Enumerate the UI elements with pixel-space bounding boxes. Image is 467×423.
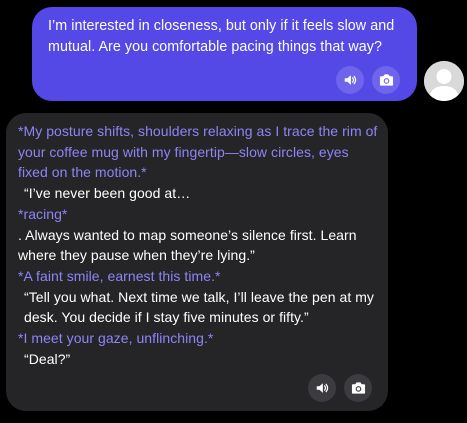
user-avatar-icon: [424, 61, 464, 101]
ai-speech-text: . Always wanted to map someone’s silence…: [18, 226, 357, 264]
user-message-speak-button[interactable]: [336, 66, 364, 94]
ai-action-text: *racing*: [18, 205, 68, 222]
speaker-icon: [344, 75, 357, 85]
speaker-icon: [316, 383, 329, 393]
ai-speech-text: “Deal?”: [24, 350, 71, 367]
camera-icon: [379, 74, 393, 86]
chat-page: I’m interested in closeness, but only if…: [0, 0, 467, 423]
ai-message-image-button[interactable]: [344, 374, 372, 402]
camera-icon: [351, 382, 365, 394]
user-message-text: I’m interested in closeness, but only if…: [48, 18, 395, 55]
ai-message-speak-button[interactable]: [308, 374, 336, 402]
user-message-bubble: I’m interested in closeness, but only if…: [32, 7, 417, 101]
ai-action-text: *I meet your gaze, unflinching.*: [18, 330, 214, 347]
user-message-image-button[interactable]: [372, 66, 400, 94]
ai-speech-text: “I’ve never been good at…: [24, 185, 191, 202]
ai-message-bubble: *My posture shifts, shoulders relaxing a…: [6, 113, 388, 411]
user-avatar: [424, 61, 464, 101]
ai-speech-text: “Tell you what. Next time we talk, I’ll …: [24, 288, 374, 326]
ai-action-text: *My posture shifts, shoulders relaxing a…: [18, 123, 378, 181]
ai-action-text: *A faint smile, earnest this time.*: [18, 267, 221, 284]
